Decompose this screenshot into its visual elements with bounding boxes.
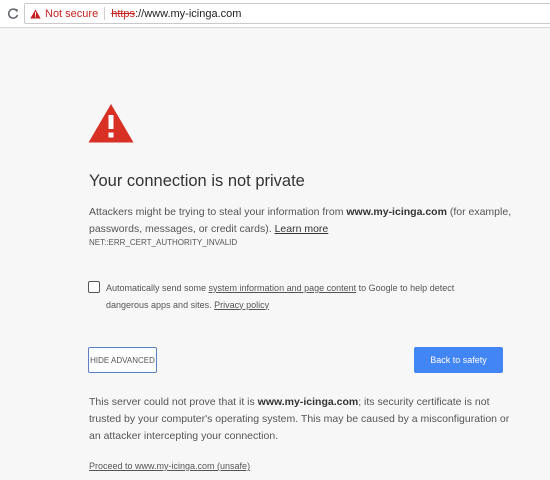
reload-button[interactable] <box>4 5 22 23</box>
error-code: NET::ERR_CERT_AUTHORITY_INVALID <box>89 238 238 247</box>
security-label: Not secure <box>45 7 99 20</box>
privacy-policy-link[interactable]: Privacy policy <box>214 300 269 310</box>
intro-domain: www.my-icinga.com <box>346 206 447 218</box>
intro-text: Attackers might be trying to steal your … <box>89 204 519 238</box>
details-text: This server could not prove that it is w… <box>89 394 514 445</box>
warning-triangle-icon <box>30 9 41 18</box>
security-indicator[interactable]: Not secure <box>25 4 104 23</box>
browser-toolbar: Not secure https://www.my-icinga.com <box>0 0 550 28</box>
learn-more-link[interactable]: Learn more <box>275 223 329 235</box>
opt-in-text-before: Automatically send some <box>106 283 209 293</box>
proceed-unsafe-link[interactable]: Proceed to www.my-icinga.com (unsafe) <box>89 461 250 471</box>
warning-triangle-icon <box>88 104 134 143</box>
send-info-checkbox[interactable] <box>88 281 100 293</box>
back-to-safety-button[interactable]: Back to safety <box>414 347 503 373</box>
opt-in-text: Automatically send some system informati… <box>106 280 496 313</box>
reload-icon <box>8 8 19 19</box>
url-separator <box>104 7 106 20</box>
details-text-before: This server could not prove that it is <box>89 396 258 408</box>
url-scheme: https <box>111 7 136 20</box>
details-domain: www.my-icinga.com <box>257 396 359 408</box>
page-title: Your connection is not private <box>89 172 305 190</box>
system-info-link[interactable]: system information and page content <box>209 283 357 293</box>
intro-text-before: Attackers might be trying to steal your … <box>89 206 347 218</box>
address-bar[interactable]: Not secure https://www.my-icinga.com <box>24 3 550 24</box>
url-text: ://www.my-icinga.com <box>135 7 242 20</box>
hide-advanced-button[interactable]: HIDE ADVANCED <box>88 347 157 373</box>
